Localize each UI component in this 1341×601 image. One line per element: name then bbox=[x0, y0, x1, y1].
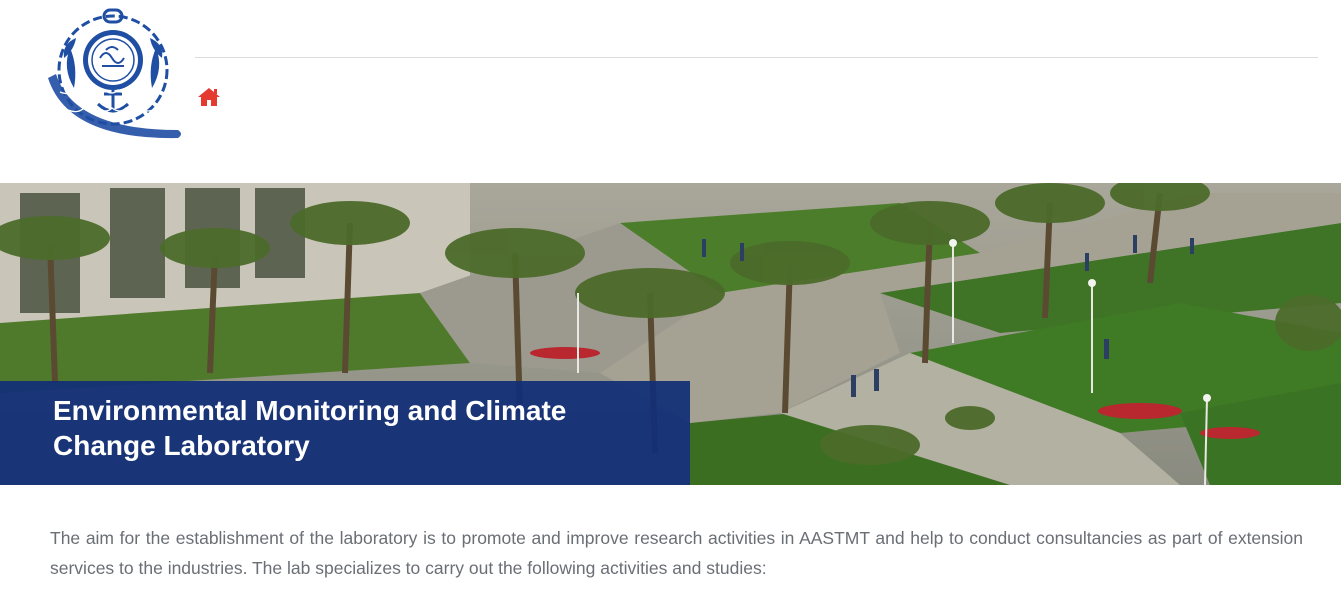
intro-paragraph: The aim for the establishment of the lab… bbox=[50, 528, 1303, 578]
home-link[interactable] bbox=[197, 86, 221, 108]
page: Environmental Monitoring and Climate Cha… bbox=[0, 0, 1341, 601]
aastmt-seal-icon bbox=[48, 8, 181, 139]
home-icon bbox=[198, 88, 220, 106]
header-divider bbox=[195, 57, 1318, 58]
hero-banner: Environmental Monitoring and Climate Cha… bbox=[0, 183, 1341, 485]
hero-caption-box: Environmental Monitoring and Climate Cha… bbox=[0, 381, 690, 485]
site-header bbox=[0, 0, 1341, 183]
aastmt-logo[interactable] bbox=[40, 8, 186, 148]
page-title: Environmental Monitoring and Climate Cha… bbox=[53, 395, 567, 461]
